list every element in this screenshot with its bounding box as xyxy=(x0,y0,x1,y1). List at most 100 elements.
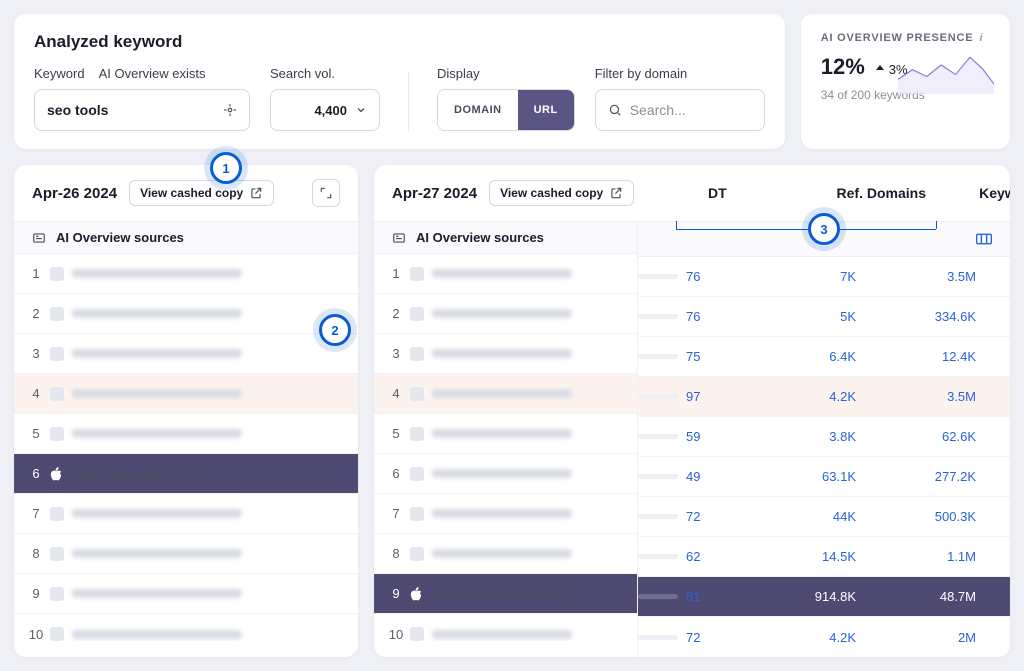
metrics-row[interactable]: 974.2K3.5M xyxy=(638,377,1010,417)
ai-exists-label: AI Overview exists xyxy=(99,66,206,81)
rd-cell: 3.8K xyxy=(748,429,868,444)
keyword-label: Keyword xyxy=(34,66,85,81)
external-link-icon xyxy=(249,186,263,200)
columns-settings-icon[interactable] xyxy=(976,233,992,245)
display-label: Display xyxy=(437,66,480,81)
metrics-row[interactable]: 6214.5K1.1M xyxy=(638,537,1010,577)
toggle-url-button[interactable]: URL xyxy=(518,90,574,130)
source-row[interactable]: 8 xyxy=(374,534,637,574)
sources-label-right: AI Overview sources xyxy=(416,230,544,245)
presence-value: 12% xyxy=(821,54,865,80)
presence-label: AI OVERVIEW PRESENCE i xyxy=(821,32,990,44)
expand-left-button[interactable] xyxy=(312,179,340,207)
compare-right-card: Apr-27 2024 View cashed copy DT Ref. Dom… xyxy=(374,165,1010,657)
arrow-up-icon xyxy=(875,64,885,74)
chevron-down-icon xyxy=(355,104,367,116)
source-row[interactable]: 2 xyxy=(14,294,358,334)
source-row[interactable]: 7 xyxy=(14,494,358,534)
rd-cell: 4.2K xyxy=(748,389,868,404)
kw-cell: 2M xyxy=(868,630,988,645)
source-row[interactable]: 6https://www.apple.com/ xyxy=(14,454,358,494)
dt-cell: 72 xyxy=(638,630,748,645)
kw-cell: 62.6K xyxy=(868,429,988,444)
source-row[interactable]: 3 xyxy=(374,334,637,374)
metrics-row[interactable]: 765K334.6K xyxy=(638,297,1010,337)
callout-3: 3 xyxy=(808,213,840,245)
rd-cell: 4.2K xyxy=(748,630,868,645)
info-icon[interactable]: i xyxy=(979,32,983,44)
external-link-icon xyxy=(609,186,623,200)
display-toggle: DOMAIN URL xyxy=(437,89,575,131)
target-icon xyxy=(223,103,237,117)
metrics-row[interactable]: 756.4K12.4K xyxy=(638,337,1010,377)
expand-icon xyxy=(319,186,333,200)
card-title: Analyzed keyword xyxy=(34,32,765,52)
source-row[interactable]: 4 xyxy=(14,374,358,414)
date-left: Apr-26 2024 xyxy=(32,185,117,202)
kw-cell: 3.5M xyxy=(868,389,988,404)
view-cashed-right-button[interactable]: View cashed copy xyxy=(489,180,634,206)
dt-cell: 97 xyxy=(638,389,748,404)
kw-cell: 12.4K xyxy=(868,349,988,364)
metrics-row[interactable]: 7244K500.3K xyxy=(638,497,1010,537)
dt-cell: 72 xyxy=(638,509,748,524)
source-row[interactable]: 9https://www.apple.com/ xyxy=(374,574,637,614)
metrics-row[interactable]: 767K3.5M xyxy=(638,257,1010,297)
dt-cell: 81 xyxy=(638,589,748,604)
source-row[interactable]: 7 xyxy=(374,494,637,534)
callout-1: 1 xyxy=(210,152,242,184)
source-row[interactable]: 10 xyxy=(374,614,637,654)
col-dt-label[interactable]: DT xyxy=(708,185,818,201)
view-cashed-left-button[interactable]: View cashed copy xyxy=(129,180,274,206)
sources-icon xyxy=(392,231,406,245)
filter-search-box[interactable] xyxy=(595,89,765,131)
kw-cell: 1.1M xyxy=(868,549,988,564)
rd-cell: 6.4K xyxy=(748,349,868,364)
metrics-row[interactable]: 81914.8K48.7M xyxy=(638,577,1010,617)
metrics-row[interactable]: 4963.1K277.2K xyxy=(638,457,1010,497)
sparkline-chart xyxy=(898,44,994,96)
source-row[interactable]: 5 xyxy=(14,414,358,454)
source-row[interactable]: 8 xyxy=(14,534,358,574)
callout-2: 2 xyxy=(319,314,351,346)
search-icon xyxy=(608,103,622,117)
keyword-input[interactable] xyxy=(47,102,223,118)
source-row[interactable]: 4 xyxy=(374,374,637,414)
rd-cell: 63.1K xyxy=(748,469,868,484)
dt-cell: 76 xyxy=(638,269,748,284)
dt-cell: 76 xyxy=(638,309,748,324)
rd-cell: 914.8K xyxy=(748,589,868,604)
source-row[interactable]: 3 xyxy=(14,334,358,374)
keyword-input-box[interactable] xyxy=(34,89,250,131)
col-kw-label[interactable]: Keywords xyxy=(938,185,1010,201)
presence-card: AI OVERVIEW PRESENCE i 12% 3% 34 of 200 … xyxy=(801,14,1010,149)
callout-3-tick-r xyxy=(936,221,937,229)
metrics-row[interactable]: 724.2K2M xyxy=(638,617,1010,657)
source-row[interactable]: 9 xyxy=(14,574,358,614)
source-row[interactable]: 2 xyxy=(374,294,637,334)
search-vol-dropdown[interactable]: 4,400 xyxy=(270,89,380,131)
source-row[interactable]: 1 xyxy=(374,254,637,294)
search-vol-label: Search vol. xyxy=(270,66,335,81)
source-row[interactable]: 10 xyxy=(14,614,358,654)
source-row[interactable]: 6 xyxy=(374,454,637,494)
date-right: Apr-27 2024 xyxy=(392,185,477,202)
toggle-domain-button[interactable]: DOMAIN xyxy=(438,90,518,130)
analyzed-keyword-card: Analyzed keyword Keyword AI Overview exi… xyxy=(14,14,785,149)
sources-icon xyxy=(32,231,46,245)
dt-cell: 59 xyxy=(638,429,748,444)
source-row[interactable]: 5 xyxy=(374,414,637,454)
dt-cell: 75 xyxy=(638,349,748,364)
metrics-row[interactable]: 593.8K62.6K xyxy=(638,417,1010,457)
kw-cell: 334.6K xyxy=(868,309,988,324)
dt-cell: 49 xyxy=(638,469,748,484)
source-row[interactable]: 1 xyxy=(14,254,358,294)
rd-cell: 14.5K xyxy=(748,549,868,564)
filter-search-input[interactable] xyxy=(630,102,752,118)
col-rd-label[interactable]: Ref. Domains xyxy=(818,185,938,201)
callout-3-connector xyxy=(676,229,936,230)
kw-cell: 3.5M xyxy=(868,269,988,284)
callout-3-tick-l xyxy=(676,221,677,229)
search-vol-value: 4,400 xyxy=(314,103,347,118)
sources-label-left: AI Overview sources xyxy=(56,230,184,245)
